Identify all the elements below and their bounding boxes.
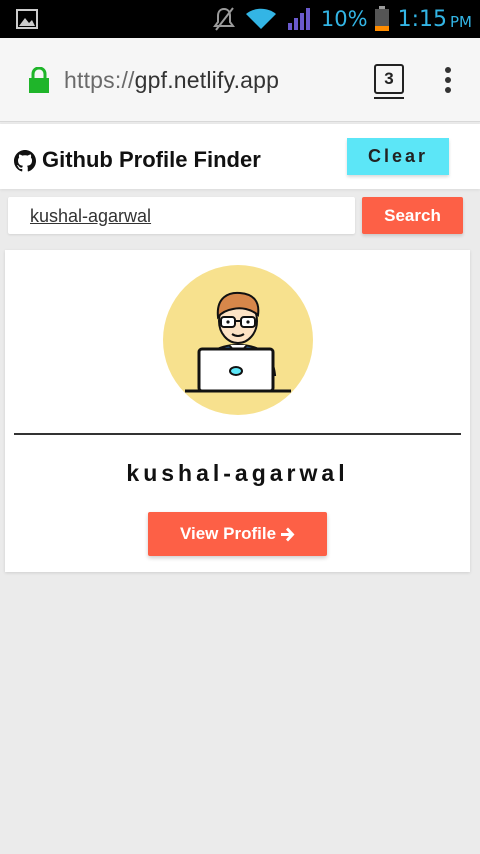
clock-ampm: PM	[450, 12, 472, 31]
card-divider	[14, 433, 461, 435]
lock-icon	[29, 67, 49, 93]
view-profile-label: View Profile	[179, 524, 277, 543]
battery-percent: 10%	[320, 7, 368, 31]
search-button[interactable]: Search	[362, 197, 463, 234]
status-bar: 10% 1:15 PM	[0, 0, 480, 38]
battery-icon	[374, 6, 389, 31]
gallery-icon	[16, 9, 38, 29]
clock-time: 1:15	[397, 6, 447, 32]
search-input-value: kushal-agarwal	[30, 206, 152, 226]
browser-toolbar: https://gpf.netlify.app 3	[0, 38, 480, 122]
wifi-icon	[245, 8, 276, 29]
github-icon	[14, 150, 36, 172]
app-title: Github Profile Finder	[42, 147, 261, 172]
tab-switcher-button[interactable]: 3	[374, 64, 404, 99]
arrow-right-icon	[281, 527, 295, 541]
view-profile-button[interactable]: View Profile	[148, 512, 327, 556]
overflow-menu-icon[interactable]	[440, 67, 456, 95]
signal-icon	[287, 8, 310, 30]
avatar	[163, 265, 313, 415]
url-host: gpf.netlify.app	[134, 67, 280, 93]
address-bar[interactable]: https://gpf.netlify.app	[64, 67, 279, 94]
clear-button[interactable]: Clear	[347, 138, 449, 175]
profile-username: kushal-agarwal	[126, 460, 349, 486]
url-scheme: https://	[64, 67, 135, 93]
mute-icon	[212, 7, 235, 31]
